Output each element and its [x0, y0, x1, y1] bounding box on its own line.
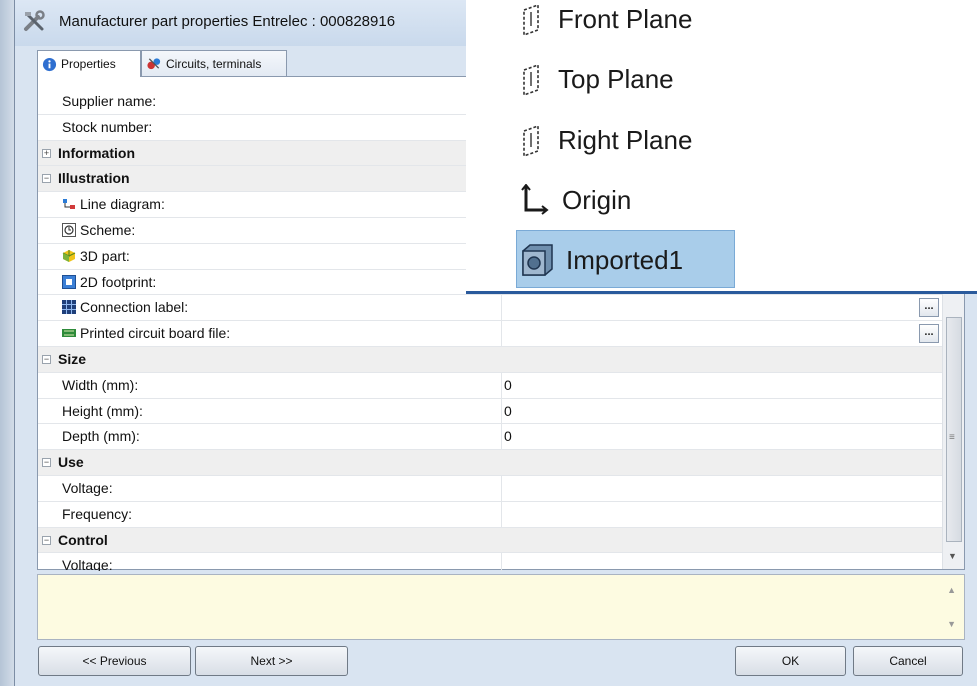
property-row-depth[interactable]: Depth (mm): 0	[38, 424, 942, 451]
2d-footprint-icon	[62, 274, 76, 289]
imported-body-icon	[522, 244, 553, 276]
scroll-down-arrow-icon[interactable]: ▼	[948, 551, 957, 561]
cancel-button[interactable]: Cancel	[853, 646, 963, 676]
collapse-icon[interactable]: −	[42, 174, 51, 184]
column-divider	[501, 475, 502, 501]
dialog-title: Manufacturer part properties Entrelec : …	[59, 13, 396, 30]
tools-icon	[24, 10, 45, 31]
scrollbar-grip-icon: ≡	[949, 432, 955, 443]
property-name: Height (mm):	[62, 402, 143, 419]
browse-button[interactable]: ...	[919, 298, 939, 318]
tree-item-label: Origin	[562, 184, 632, 215]
next-button[interactable]: Next >>	[195, 646, 348, 676]
scheme-icon	[62, 222, 76, 237]
property-value[interactable]: 0	[504, 377, 512, 393]
category-name: Illustration	[58, 170, 130, 187]
plane-icon	[523, 63, 539, 96]
tree-item-label: Right Plane	[558, 124, 693, 155]
collapse-icon[interactable]: −	[42, 458, 51, 468]
tree-item-label: Top Plane	[558, 63, 674, 94]
property-name-wrap: Printed circuit board file:	[62, 325, 230, 341]
info-icon	[42, 57, 57, 71]
property-name: Width (mm):	[62, 376, 139, 393]
property-name: Line diagram:	[80, 196, 165, 213]
category-name: Control	[58, 531, 108, 548]
tab-properties-label: Properties	[61, 57, 116, 71]
line-diagram-icon	[63, 199, 75, 210]
property-row-connection-label[interactable]: Connection label: ...	[38, 295, 942, 322]
category-row-size[interactable]: − Size	[38, 346, 942, 373]
feature-tree-overlay: Front Plane Top Plane Right Plane Origin	[466, 0, 977, 294]
category-name: Information	[58, 144, 135, 161]
category-name: Use	[58, 454, 84, 471]
property-name: Supplier name:	[62, 93, 157, 109]
pcb-icon	[62, 329, 76, 338]
plane-icon	[523, 3, 539, 36]
property-row-height[interactable]: Height (mm): 0	[38, 398, 942, 425]
property-row-use-voltage[interactable]: Voltage:	[38, 475, 942, 502]
tree-item-imported1[interactable]: Imported1	[520, 235, 683, 285]
property-row-width[interactable]: Width (mm): 0	[38, 372, 942, 399]
property-name: Voltage:	[62, 479, 113, 496]
column-divider	[501, 321, 502, 346]
tree-item-top-plane[interactable]: Top Plane	[520, 54, 674, 104]
tab-circuits-terminals[interactable]: Circuits, terminals	[141, 50, 287, 76]
column-divider	[501, 501, 502, 527]
property-name: Frequency:	[62, 505, 133, 522]
scroll-down-arrow-icon[interactable]: ▼	[947, 619, 956, 629]
circuits-icon	[147, 58, 161, 70]
expand-icon[interactable]: +	[42, 148, 51, 158]
property-name: Connection label:	[80, 299, 189, 316]
browse-button[interactable]: ...	[919, 324, 939, 344]
tree-item-label: Imported1	[566, 244, 684, 275]
property-name-wrap: Scheme:	[62, 222, 135, 238]
property-name-wrap: Line diagram:	[62, 196, 165, 212]
property-row-frequency[interactable]: Frequency:	[38, 501, 942, 528]
category-row-control[interactable]: − Control	[38, 527, 942, 554]
property-value[interactable]: 0	[504, 428, 512, 444]
tree-item-right-plane[interactable]: Right Plane	[520, 115, 692, 165]
description-box[interactable]: ▲ ▼	[37, 574, 965, 640]
column-divider	[501, 398, 502, 424]
column-divider	[501, 372, 502, 398]
scrollbar-thumb[interactable]	[946, 317, 962, 542]
ok-button[interactable]: OK	[735, 646, 846, 676]
property-name-wrap: 3D part:	[62, 248, 130, 264]
collapse-icon[interactable]: −	[42, 535, 51, 545]
origin-icon	[521, 184, 549, 215]
plane-icon	[523, 124, 539, 157]
background-window-edge	[0, 0, 14, 686]
3d-part-icon	[62, 249, 76, 262]
column-divider	[501, 424, 502, 450]
property-name: Scheme:	[80, 221, 136, 238]
tree-item-origin[interactable]: Origin	[520, 175, 631, 225]
property-name-wrap: Connection label:	[62, 299, 188, 315]
tab-properties[interactable]: Properties	[37, 50, 141, 77]
previous-button[interactable]: << Previous	[38, 646, 191, 676]
property-name: Printed circuit board file:	[80, 325, 231, 342]
property-name: 2D footprint:	[80, 273, 157, 290]
category-row-use[interactable]: − Use	[38, 450, 942, 476]
property-name: Voltage:	[62, 557, 113, 571]
property-name: Stock number:	[62, 118, 153, 135]
column-divider	[501, 295, 502, 321]
property-row-pcb-file[interactable]: Printed circuit board file: ...	[38, 321, 942, 347]
property-row-control-voltage[interactable]: Voltage:	[38, 553, 942, 571]
tree-item-label: Front Plane	[558, 3, 693, 34]
tab-circuits-terminals-label: Circuits, terminals	[166, 56, 262, 71]
collapse-icon[interactable]: −	[42, 354, 51, 364]
screen: Manufacturer part properties Entrelec : …	[0, 0, 977, 686]
property-value[interactable]: 0	[504, 403, 512, 419]
category-name: Size	[58, 350, 87, 367]
property-name: 3D part:	[80, 247, 130, 264]
tree-item-front-plane[interactable]: Front Plane	[520, 0, 692, 44]
property-name: Depth (mm):	[62, 428, 140, 445]
column-divider	[501, 553, 502, 571]
connection-label-icon	[62, 300, 76, 315]
scroll-up-arrow-icon[interactable]: ▲	[947, 585, 956, 595]
property-name-wrap: 2D footprint:	[62, 274, 156, 290]
